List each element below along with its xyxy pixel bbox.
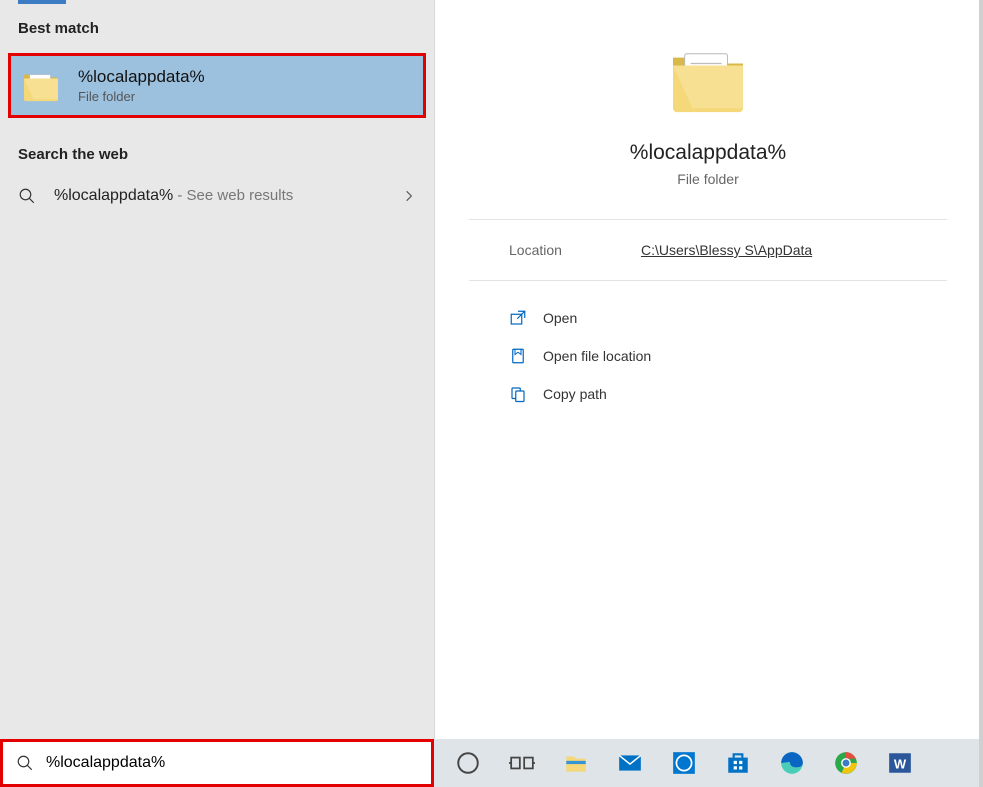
folder-icon bbox=[22, 69, 60, 103]
folder-icon bbox=[669, 46, 747, 116]
active-filter-indicator bbox=[18, 0, 66, 4]
details-title: %localappdata% bbox=[469, 141, 947, 165]
location-link[interactable]: C:\Users\Blessy S\AppData bbox=[641, 242, 812, 258]
web-result-text: %localappdata% - See web results bbox=[54, 187, 402, 205]
chevron-right-icon bbox=[402, 189, 416, 203]
scrollbar-edge bbox=[979, 0, 983, 787]
search-results-panel: Best match %localappdata% File folder Se… bbox=[0, 0, 434, 739]
search-icon bbox=[16, 754, 34, 772]
search-icon bbox=[18, 187, 36, 205]
action-open[interactable]: Open bbox=[509, 299, 907, 337]
location-label: Location bbox=[509, 242, 641, 258]
taskbar: W bbox=[434, 739, 983, 787]
action-open-label: Open bbox=[543, 310, 577, 326]
svg-text:W: W bbox=[894, 756, 907, 771]
dell-icon[interactable] bbox=[664, 743, 704, 783]
file-explorer-icon[interactable] bbox=[556, 743, 596, 783]
details-header: %localappdata% File folder bbox=[469, 0, 947, 220]
location-row: Location C:\Users\Blessy S\AppData bbox=[469, 220, 947, 281]
actions-list: Open Open file location Copy path bbox=[469, 281, 947, 431]
details-subtitle: File folder bbox=[469, 171, 947, 187]
edge-icon[interactable] bbox=[772, 743, 812, 783]
action-copy-path-label: Copy path bbox=[543, 386, 607, 402]
action-open-location[interactable]: Open file location bbox=[509, 337, 907, 375]
action-open-location-label: Open file location bbox=[543, 348, 651, 364]
details-panel: %localappdata% File folder Location C:\U… bbox=[434, 0, 981, 739]
open-icon bbox=[509, 309, 527, 327]
web-result-query: %localappdata% bbox=[54, 187, 173, 204]
action-copy-path[interactable]: Copy path bbox=[509, 375, 907, 413]
word-icon[interactable]: W bbox=[880, 743, 920, 783]
web-result-row[interactable]: %localappdata% - See web results bbox=[0, 173, 434, 219]
open-location-icon bbox=[509, 347, 527, 365]
top-border bbox=[0, 0, 434, 4]
task-view-icon[interactable] bbox=[502, 743, 542, 783]
cortana-icon[interactable] bbox=[448, 743, 488, 783]
mail-icon[interactable] bbox=[610, 743, 650, 783]
search-box[interactable] bbox=[0, 739, 434, 787]
web-result-suffix: - See web results bbox=[173, 187, 293, 204]
best-match-title: %localappdata% bbox=[78, 67, 205, 87]
best-match-text: %localappdata% File folder bbox=[78, 67, 205, 104]
best-match-header: Best match bbox=[0, 4, 434, 47]
copy-path-icon bbox=[509, 385, 527, 403]
search-input[interactable] bbox=[46, 754, 434, 772]
chrome-icon[interactable] bbox=[826, 743, 866, 783]
best-match-result[interactable]: %localappdata% File folder bbox=[8, 53, 426, 118]
best-match-subtitle: File folder bbox=[78, 89, 205, 104]
microsoft-store-icon[interactable] bbox=[718, 743, 758, 783]
search-web-header: Search the web bbox=[0, 130, 434, 173]
